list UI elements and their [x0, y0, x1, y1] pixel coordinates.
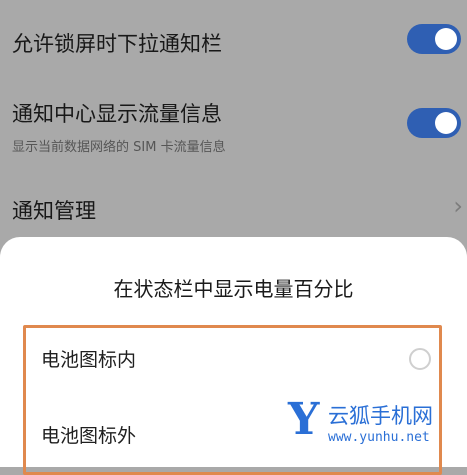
watermark-url: www.yunhu.net: [328, 430, 430, 445]
option-inside-battery-icon[interactable]: 电池图标内: [26, 330, 439, 390]
watermark-logo-letter: Y: [288, 394, 320, 445]
yunhu-watermark: Y 云狐手机网 www.yunhu.net: [288, 394, 463, 458]
setting-row-traffic-info[interactable]: 通知中心显示流量信息 显示当前数据网络的 SIM 卡流量信息: [0, 80, 467, 180]
traffic-info-toggle[interactable]: [407, 108, 461, 138]
toggle-knob: [435, 28, 457, 50]
setting-row-notification-management[interactable]: 通知管理 ›: [0, 180, 467, 237]
toggle-knob: [435, 112, 457, 134]
dialog-title: 在状态栏中显示电量百分比: [113, 277, 354, 301]
radio-button[interactable]: [409, 348, 431, 370]
setting-title: 通知管理: [12, 199, 96, 223]
option-label: 电池图标内: [41, 349, 137, 371]
setting-title: 允许锁屏时下拉通知栏: [12, 32, 222, 56]
setting-subtitle: 显示当前数据网络的 SIM 卡流量信息: [12, 140, 226, 155]
setting-title: 通知中心显示流量信息: [12, 102, 222, 126]
lockscreen-pulldown-toggle[interactable]: [407, 24, 461, 54]
option-label: 电池图标外: [41, 425, 137, 447]
setting-row-lockscreen-pulldown[interactable]: 允许锁屏时下拉通知栏: [0, 0, 467, 80]
chevron-right-icon: ›: [453, 192, 463, 220]
watermark-name: 云狐手机网: [328, 404, 433, 428]
